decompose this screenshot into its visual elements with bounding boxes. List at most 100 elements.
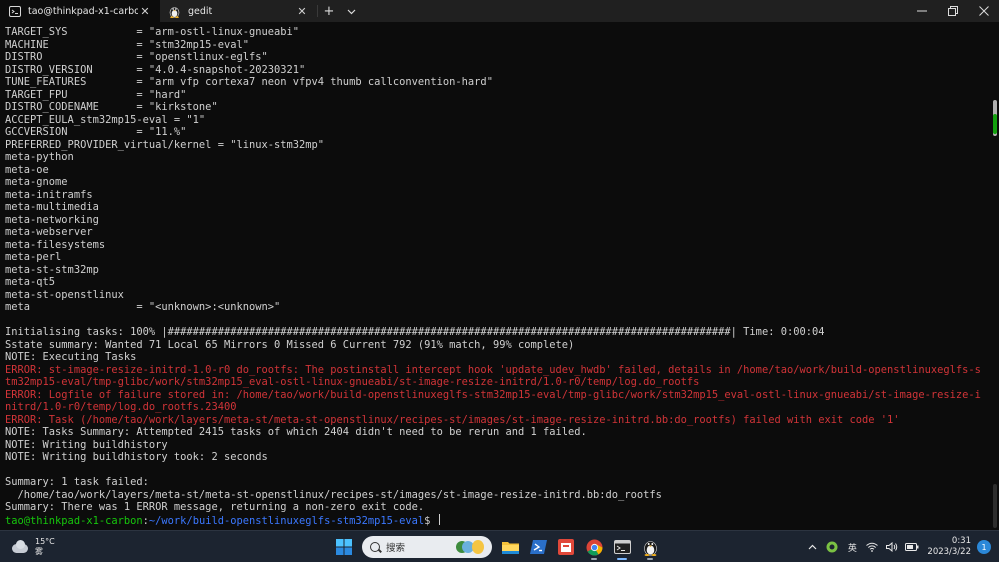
linux-tux-icon [643, 540, 657, 556]
minimize-icon [916, 10, 927, 12]
system-tray: 英 0:31 2023/3/22 1 [801, 534, 991, 560]
tab-label: tao@thinkpad-x1-carbon: ~/v [28, 5, 138, 17]
close-window-button[interactable] [968, 0, 999, 22]
clock[interactable]: 0:31 2023/3/22 [927, 536, 971, 558]
window-controls [906, 0, 999, 22]
tab-dropdown-button[interactable] [340, 0, 362, 22]
terminal-line: NOTE: Executing Tasks [5, 351, 137, 363]
title-bar: tao@thinkpad-x1-carbon: ~/v ✕ gedit ✕ + [0, 0, 999, 22]
terminal-line: meta-oe [5, 163, 49, 176]
terminal-line: PREFERRED_PROVIDER_virtual/kernel = "lin… [5, 138, 325, 151]
tab-label: gedit [188, 5, 213, 17]
search-highlight-icon [456, 540, 484, 554]
chevron-up-icon [808, 544, 817, 550]
terminal-line: Summary: There was 1 ERROR message, retu… [5, 501, 425, 513]
tab-terminal[interactable]: tao@thinkpad-x1-carbon: ~/v ✕ [0, 0, 160, 22]
notification-badge[interactable]: 1 [977, 540, 991, 554]
text-cursor [438, 513, 440, 525]
terminal-prompt-line[interactable]: tao@thinkpad-x1-carbon:~/work/build-open… [5, 513, 990, 527]
taskbar-search[interactable]: 搜索 [362, 536, 492, 558]
terminal-line: meta-perl [5, 251, 62, 263]
show-hidden-icons-button[interactable] [803, 534, 821, 560]
new-tab-button[interactable]: + [318, 0, 340, 22]
terminal-line: meta-filesystems [5, 238, 106, 251]
volume-button[interactable] [883, 534, 901, 560]
terminal-line: DISTRO_VERSION = "4.0.4-snapshot-2023032… [5, 63, 306, 76]
weather-widget[interactable]: 15°C 雾 [10, 535, 55, 559]
terminal-line: TARGET_FPU = "hard" [5, 88, 187, 101]
terminal-icon [8, 5, 21, 18]
terminal-line: meta-python [5, 151, 74, 163]
terminal-line: Sstate summary: Wanted 71 Local 65 Mirro… [5, 338, 575, 351]
terminal-line: meta-initramfs [5, 188, 93, 201]
office-app-icon [558, 539, 574, 555]
wifi-button[interactable] [863, 534, 881, 560]
tux-linux-icon [168, 5, 181, 18]
terminal-error-line: ERROR: st-image-resize-initrd-1.0-r0 do_… [5, 363, 981, 376]
terminal-line: meta-gnome [5, 176, 68, 188]
restore-button[interactable] [937, 0, 968, 22]
terminal-line: TARGET_SYS = "arm-ostl-linux-gnueabi" [5, 26, 300, 38]
scrollbar-mark [993, 114, 997, 134]
linux-app-button[interactable] [636, 534, 664, 560]
terminal-line: NOTE: Writing buildhistory [5, 438, 168, 451]
clock-date: 2023/3/22 [927, 547, 971, 557]
terminal-lines: TARGET_SYS = "arm-ostl-linux-gnueabi" MAC… [5, 26, 990, 526]
battery-button[interactable] [903, 534, 921, 560]
file-explorer-button[interactable] [496, 534, 524, 560]
prompt-symbol: $ [424, 514, 437, 527]
search-placeholder: 搜索 [386, 543, 406, 554]
app-tray-icon [826, 541, 838, 553]
close-icon [978, 6, 989, 16]
terminal-line: ACCEPT_EULA_stm32mp15-eval = "1" [5, 113, 206, 126]
terminal-line: TUNE_FEATURES = "arm vfp cortexa7 neon v… [5, 76, 493, 88]
prompt-user-host: tao@thinkpad-x1-carbon [5, 514, 143, 527]
terminal-line: meta-st-openstlinux [5, 288, 124, 301]
terminal-line: meta = "<unknown>:<unknown>" [5, 301, 281, 313]
terminal-line: MACHINE = "stm32mp15-eval" [5, 38, 249, 51]
terminal-line: meta-multimedia [5, 201, 99, 213]
cloud-fog-icon [10, 540, 30, 554]
terminal-line: meta-qt5 [5, 276, 56, 288]
windows-start-icon [336, 539, 352, 555]
close-tab-icon[interactable]: ✕ [138, 4, 152, 18]
ime-language-button[interactable]: 英 [843, 534, 861, 560]
terminal-line: meta-networking [5, 213, 99, 226]
terminal-error-line: nitrd/1.0-r0/temp/log.do_rootfs.23400 [5, 401, 237, 413]
weather-temperature: 15°C [35, 537, 55, 546]
terminal-line: DISTRO_CODENAME = "kirkstone" [5, 101, 218, 113]
terminal-line: meta-st-stm32mp [5, 263, 99, 276]
terminal-line: Summary: 1 task failed: [5, 476, 149, 488]
start-button[interactable] [330, 534, 358, 560]
terminal-line: Initialising tasks: 100% |##############… [5, 326, 825, 338]
terminal-line: NOTE: Writing buildhistory took: 2 secon… [5, 451, 268, 463]
terminal-output[interactable]: TARGET_SYS = "arm-ostl-linux-gnueabi" MAC… [0, 22, 999, 530]
terminal-button[interactable] [608, 534, 636, 560]
close-tab-icon[interactable]: ✕ [295, 4, 309, 18]
chevron-down-icon [347, 4, 356, 19]
powershell-button[interactable] [524, 534, 552, 560]
terminal-error-line: ERROR: Task (/home/tao/work/layers/meta-… [5, 413, 900, 426]
scrollbar-lower-track [993, 484, 997, 528]
prompt-path: ~/work/build-openstlinuxeglfs-stm32mp15-… [148, 514, 425, 527]
chrome-button[interactable] [580, 534, 608, 560]
terminal-line: DISTRO = "openstlinux-eglfs" [5, 51, 268, 63]
clock-time: 0:31 [951, 536, 971, 546]
terminal-line: NOTE: Tasks Summary: Attempted 2415 task… [5, 426, 587, 438]
terminal-error-line: tm32mp15-eval/tmp-glibc/work/stm32mp15_e… [5, 376, 700, 388]
minimize-button[interactable] [906, 0, 937, 22]
powershell-icon [529, 540, 547, 554]
app-tray-button[interactable] [823, 534, 841, 560]
taskbar: 15°C 雾 搜索 英 0:31 2023/3/22 1 [0, 530, 999, 562]
tab-gedit[interactable]: gedit ✕ [160, 0, 317, 22]
terminal-line: GCCVERSION = "11.%" [5, 126, 187, 138]
terminal-icon [613, 540, 631, 554]
speaker-icon [886, 542, 898, 552]
office-app-button[interactable] [552, 534, 580, 560]
chrome-icon [586, 539, 602, 555]
scrollbar[interactable] [990, 94, 999, 530]
file-explorer-icon [501, 542, 519, 554]
terminal-line: meta-webserver [5, 226, 93, 238]
